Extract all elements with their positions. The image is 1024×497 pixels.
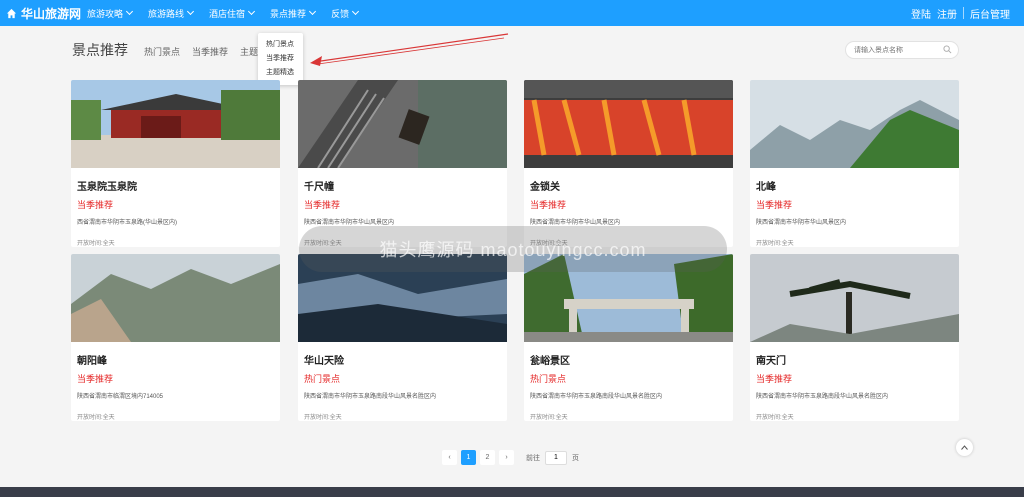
brand-name: 华山旅游网	[21, 6, 82, 21]
chevron-down-icon	[186, 7, 195, 16]
nav-item-routes[interactable]: 旅游路线	[148, 7, 195, 20]
attraction-hours: 开放时间:全天	[756, 241, 794, 247]
nav-label: 景点推荐	[270, 8, 307, 19]
attraction-tag: 热门景点	[304, 374, 341, 384]
attractions-dropdown-menu: 热门景点 当季推荐 主题精选	[258, 33, 303, 85]
divider	[963, 7, 964, 19]
attraction-name: 南天门	[756, 356, 786, 367]
chevron-down-icon	[248, 7, 256, 16]
pagination: ‹ 1 2 › 前往 页	[442, 450, 579, 465]
attraction-name: 朝阳峰	[77, 356, 107, 367]
attraction-name: 北峰	[756, 182, 776, 193]
attraction-name: 金锁关	[530, 182, 560, 193]
nav-label: 酒店住宿	[209, 8, 246, 19]
auth-links: 登陆 注册 后台管理	[911, 0, 1010, 26]
attraction-tag: 当季推荐	[530, 200, 567, 210]
chevron-down-icon	[352, 7, 360, 16]
attraction-card[interactable]: 玉泉院玉泉院 当季推荐 西省渭南市华阴市玉泉路(华山景区内) 开放时间:全天	[71, 80, 280, 247]
page-title: 景点推荐	[72, 42, 128, 58]
attraction-card[interactable]: 南天门 当季推荐 陕西省渭南市华阴市玉泉路南段华山风景名胜区内 开放时间:全天	[750, 254, 959, 421]
attraction-image	[71, 80, 280, 168]
nav-label: 反馈	[331, 8, 350, 19]
annotation-arrow	[310, 33, 509, 66]
section-header: 景点推荐 热门景点 当季推荐 主题精选	[72, 40, 288, 60]
nav-item-hotels[interactable]: 酒店住宿	[209, 7, 256, 20]
attraction-tag: 当季推荐	[756, 200, 793, 210]
nav-item-guides[interactable]: 旅游攻略	[87, 7, 134, 20]
attraction-card[interactable]: 朝阳峰 当季推荐 陕西省渭南市临渭区境内714005 开放时间:全天	[71, 254, 280, 421]
page-button-2[interactable]: 2	[480, 450, 495, 465]
attraction-address: 陕西省渭南市华阴市玉泉路南段华山风景名胜区内	[756, 394, 889, 400]
menu-item-themes[interactable]: 主题精选	[258, 66, 303, 80]
attraction-card[interactable]: 瓮峪景区 热门景点 陕西省渭南市华阴市玉泉路南段华山风景名胜区内 开放时间:全天	[524, 254, 733, 421]
attraction-address: 西省渭南市华阴市玉泉路(华山景区内)	[77, 220, 177, 226]
nav-label: 旅游攻略	[87, 8, 124, 19]
attraction-tag: 当季推荐	[77, 200, 114, 210]
search-input[interactable]	[845, 41, 959, 59]
attraction-hours: 开放时间:全天	[304, 415, 342, 421]
attraction-address: 陕西省渭南市华阴市玉泉路南段华山风景名胜区内	[530, 394, 663, 400]
attraction-image	[298, 80, 507, 169]
chevron-down-icon	[309, 7, 317, 16]
attraction-card[interactable]: 金锁关 当季推荐 陕西省渭南市华阴市华山风景区内 开放时间:全天	[524, 80, 733, 247]
attraction-hours: 开放时间:全天	[530, 415, 568, 421]
attraction-image	[71, 254, 280, 342]
page-suffix-label: 页	[572, 454, 579, 462]
search-icon[interactable]	[943, 45, 952, 54]
attraction-tag: 当季推荐	[756, 374, 793, 384]
attraction-hours: 开放时间:全天	[77, 241, 115, 247]
goto-label: 前往	[526, 454, 540, 462]
attraction-tag: 当季推荐	[77, 374, 114, 384]
next-page-button[interactable]: ›	[499, 450, 514, 465]
attraction-hours: 开放时间:全天	[756, 415, 794, 421]
attraction-name: 瓮峪景区	[530, 356, 570, 367]
attraction-address: 陕西省渭南市华阴市华山风景区内	[304, 220, 395, 226]
attraction-hours: 开放时间:全天	[77, 415, 115, 421]
top-nav-bar: 华山旅游网 旅游攻略 旅游路线 酒店住宿 景点推荐 反馈 登陆 注册 后台管理	[0, 0, 1024, 26]
menu-item-hot[interactable]: 热门景点	[258, 38, 303, 52]
login-link[interactable]: 登陆	[911, 6, 931, 21]
tab-seasonal[interactable]: 当季推荐	[192, 45, 228, 60]
attraction-address: 陕西省渭南市华阴市华山风景区内	[756, 220, 847, 226]
main-nav: 旅游攻略 旅游路线 酒店住宿 景点推荐 反馈	[86, 0, 360, 26]
home-icon	[6, 8, 17, 18]
watermark-banner: 猫头鹰源码 maotouyingcc.com	[299, 226, 727, 272]
attraction-image	[750, 80, 959, 168]
page-number-input[interactable]	[545, 450, 567, 465]
attraction-name: 千尺幢	[304, 182, 334, 193]
brand[interactable]: 华山旅游网	[0, 5, 86, 22]
nav-item-feedback[interactable]: 反馈	[331, 7, 360, 20]
chevron-down-icon	[125, 7, 134, 16]
nav-item-attractions[interactable]: 景点推荐	[270, 7, 317, 20]
chevron-up-icon	[961, 445, 968, 450]
attraction-card[interactable]: 华山天险 热门景点 陕西省渭南市华阴市玉泉路南段华山风景名胜区内 开放时间:全天	[298, 254, 507, 421]
tab-hot[interactable]: 热门景点	[144, 45, 180, 60]
register-link[interactable]: 注册	[937, 6, 957, 21]
attraction-address: 陕西省渭南市华阴市玉泉路南段华山风景名胜区内	[304, 394, 437, 400]
footer-bar	[0, 487, 1024, 497]
attraction-name: 华山天险	[304, 356, 344, 367]
prev-page-button[interactable]: ‹	[442, 450, 457, 465]
attraction-address: 陕西省渭南市临渭区境内714005	[77, 394, 164, 400]
attraction-name: 玉泉院玉泉院	[77, 182, 137, 193]
attraction-image	[750, 254, 959, 342]
attraction-image	[524, 80, 733, 168]
page-button-1[interactable]: 1	[461, 450, 476, 465]
nav-label: 旅游路线	[148, 8, 185, 19]
attraction-address: 陕西省渭南市华阴市华山风景区内	[530, 220, 621, 226]
menu-item-seasonal[interactable]: 当季推荐	[258, 52, 303, 66]
back-to-top-button[interactable]	[956, 439, 973, 456]
attraction-card[interactable]: 千尺幢 当季推荐 陕西省渭南市华阴市华山风景区内 开放时间:全天	[298, 80, 507, 247]
admin-link[interactable]: 后台管理	[970, 6, 1010, 21]
attraction-tag: 热门景点	[530, 374, 567, 384]
attraction-card[interactable]: 北峰 当季推荐 陕西省渭南市华阴市华山风景区内 开放时间:全天	[750, 80, 959, 247]
attraction-tag: 当季推荐	[304, 200, 341, 210]
